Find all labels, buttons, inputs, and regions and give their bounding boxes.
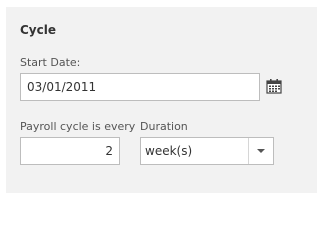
section-title: Cycle [20,23,56,37]
cycle-panel: Cycle Start Date: 03/01/2011 Payroll cyc… [6,7,317,193]
chevron-down-icon[interactable] [257,149,265,153]
payroll-cycle-label: Payroll cycle is every [20,120,136,133]
calendar-icon[interactable] [266,78,282,94]
payroll-cycle-input[interactable]: 2 [20,137,120,165]
duration-select[interactable]: week(s) [140,137,274,165]
duration-selected-value: week(s) [145,144,193,158]
start-date-label: Start Date: [20,56,81,69]
start-date-input[interactable]: 03/01/2011 [20,73,260,101]
select-divider [248,138,249,164]
duration-label: Duration [140,120,188,133]
